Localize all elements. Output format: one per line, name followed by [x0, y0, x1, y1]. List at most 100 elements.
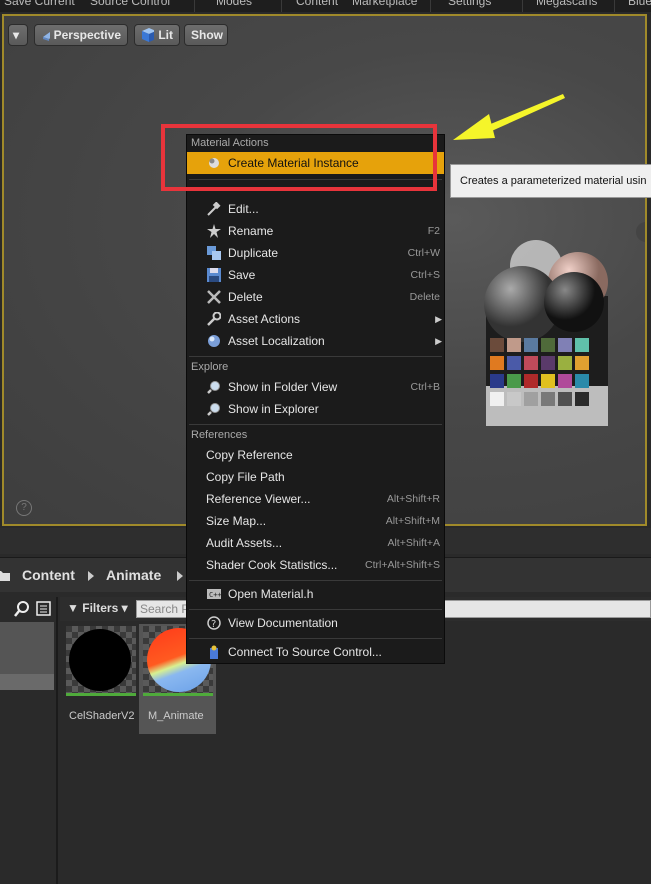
breadcrumb-arrow-icon — [177, 571, 183, 581]
asset-label: CelShaderV2 — [69, 710, 135, 722]
filters-label: Filters — [82, 601, 119, 615]
menu-item-label: Copy File Path — [206, 470, 285, 484]
chevron-down-icon: ▾ — [121, 601, 128, 615]
menu-item-shader-cook-statistics[interactable]: Shader Cook Statistics... Ctrl+Alt+Shift… — [187, 554, 444, 576]
menu-item-label: Copy Reference — [206, 448, 293, 462]
menu-item-rename[interactable]: Rename F2 — [187, 220, 444, 242]
menu-separator — [189, 609, 442, 610]
menu-item-label: Asset Localization — [228, 334, 325, 348]
toolbar-modes[interactable]: Modes — [216, 0, 252, 8]
material-sphere-preview — [69, 629, 131, 691]
help-icon: ? — [207, 616, 221, 630]
menu-item-label: Edit... — [228, 202, 259, 216]
material-preview-scene — [484, 222, 645, 426]
folder-tree-selection[interactable] — [0, 622, 54, 674]
main-toolbar: Save Current Source Control Modes Conten… — [0, 0, 651, 12]
menu-item-edit[interactable]: Edit... — [187, 198, 444, 220]
search-icon[interactable] — [14, 601, 30, 617]
viewport-options-button[interactable]: ▾ — [8, 24, 28, 46]
menu-separator — [189, 638, 442, 639]
toolbar-divider — [281, 0, 282, 12]
code-file-icon: C++ — [207, 589, 221, 599]
menu-item-label: Rename — [228, 224, 274, 238]
toolbar-divider — [522, 0, 523, 12]
toolbar-blueprints[interactable]: Blue — [628, 0, 651, 8]
filters-button[interactable]: ▼ Filters ▾ — [67, 598, 128, 618]
menu-separator — [189, 424, 442, 425]
breadcrumb-content[interactable]: Content — [22, 567, 75, 583]
menu-item-label: Show in Explorer — [228, 402, 319, 416]
breadcrumb-arrow-icon — [88, 571, 94, 581]
toolbar-settings[interactable]: Settings — [448, 0, 491, 8]
menu-item-label: Duplicate — [228, 246, 279, 260]
breadcrumb-animate[interactable]: Animate — [106, 567, 161, 583]
folder-tree-item[interactable] — [0, 674, 54, 690]
toolbar-marketplace[interactable]: Marketplace — [352, 0, 417, 8]
menu-item-shortcut: Alt+Shift+M — [385, 515, 440, 527]
menu-item-save[interactable]: Save Ctrl+S — [187, 264, 444, 286]
lit-button[interactable]: Lit — [134, 24, 180, 46]
menu-item-label: Delete — [228, 290, 263, 304]
wrench-icon — [207, 312, 221, 326]
submenu-arrow-icon: ▶ — [435, 314, 442, 324]
toolbar-source-control[interactable]: Source Control — [90, 0, 170, 8]
menu-separator — [189, 356, 442, 357]
toolbar-megascans[interactable]: Megascans — [536, 0, 597, 8]
menu-item-label: Shader Cook Statistics... — [206, 558, 338, 572]
help-icon[interactable]: ? — [16, 500, 32, 516]
hammer-icon — [207, 202, 221, 216]
menu-item-shortcut: Ctrl+S — [410, 269, 440, 281]
menu-item-copy-reference[interactable]: Copy Reference — [187, 444, 444, 466]
menu-item-asset-localization[interactable]: Asset Localization ▶ — [187, 330, 444, 352]
annotation-arrow-icon — [453, 94, 565, 140]
tooltip: Creates a parameterized material usin — [450, 164, 651, 198]
filter-icon: ▼ — [67, 601, 79, 615]
menu-item-show-in-folder-view[interactable]: Show in Folder View Ctrl+B — [187, 376, 444, 398]
menu-item-view-documentation[interactable]: ? View Documentation — [187, 612, 444, 634]
menu-item-label: Show in Folder View — [228, 380, 338, 394]
show-label: Show — [191, 28, 223, 42]
menu-item-show-in-explorer[interactable]: Show in Explorer — [187, 398, 444, 420]
menu-item-copy-file-path[interactable]: Copy File Path — [187, 466, 444, 488]
magnifier-icon — [207, 381, 220, 394]
asset-type-bar — [143, 693, 213, 696]
view-options-icon[interactable] — [36, 601, 52, 617]
source-control-icon — [210, 645, 218, 659]
menu-item-label: Open Material.h — [228, 587, 314, 601]
menu-item-shortcut: Ctrl+B — [410, 381, 440, 393]
submenu-arrow-icon: ▶ — [435, 336, 442, 346]
menu-item-audit-assets[interactable]: Audit Assets... Alt+Shift+A — [187, 532, 444, 554]
chevron-down-icon: ▾ — [13, 28, 20, 42]
menu-item-delete[interactable]: Delete Delete — [187, 286, 444, 308]
menu-item-open-material-h[interactable]: C++ Open Material.h — [187, 583, 444, 605]
lit-cube-icon — [142, 28, 155, 42]
menu-item-asset-actions[interactable]: Asset Actions ▶ — [187, 308, 444, 330]
menu-item-label: Connect To Source Control... — [228, 645, 382, 659]
duplicate-icon — [207, 246, 221, 260]
toolbar-divider — [614, 0, 615, 12]
menu-item-connect-to-source-control[interactable]: Connect To Source Control... — [187, 641, 444, 663]
menu-item-duplicate[interactable]: Duplicate Ctrl+W — [187, 242, 444, 264]
toolbar-divider — [194, 0, 195, 12]
menu-item-shortcut: Alt+Shift+R — [386, 493, 440, 505]
asset-thumbnail-celshaderv2[interactable] — [66, 626, 136, 696]
menu-item-reference-viewer[interactable]: Reference Viewer... Alt+Shift+R — [187, 488, 444, 510]
toolbar-save-current[interactable]: Save Current — [4, 0, 75, 8]
menu-item-label: Size Map... — [206, 514, 267, 528]
perspective-cube-icon — [43, 32, 50, 41]
rename-icon — [207, 224, 221, 238]
menu-item-label: View Documentation — [228, 616, 338, 630]
svg-text:?: ? — [211, 619, 216, 630]
perspective-button[interactable]: Perspective — [34, 24, 128, 46]
toolbar-content[interactable]: Content — [296, 0, 338, 8]
menu-item-size-map[interactable]: Size Map... Alt+Shift+M — [187, 510, 444, 532]
show-button[interactable]: Show — [184, 24, 228, 46]
section-header-references: References — [191, 429, 248, 441]
magnifier-icon — [207, 403, 220, 416]
menu-item-shortcut: Ctrl+W — [407, 247, 440, 259]
save-icon — [207, 268, 221, 282]
menu-item-shortcut: Alt+Shift+A — [387, 537, 440, 549]
asset-type-bar — [66, 693, 136, 696]
toolbar-divider — [430, 0, 431, 12]
menu-separator — [189, 580, 442, 581]
